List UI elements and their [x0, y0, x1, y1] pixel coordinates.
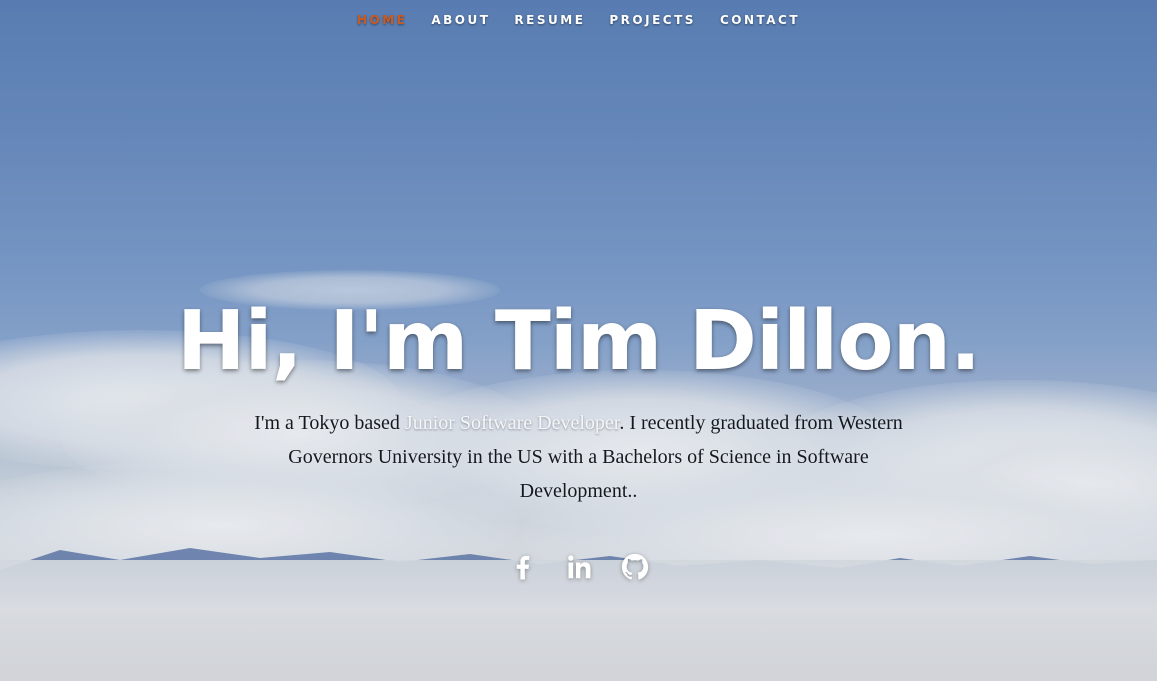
nav-about[interactable]: ABOUT: [419, 0, 502, 40]
nav-home[interactable]: HOME: [345, 0, 419, 40]
hero-headline: Hi, I'm Tim Dillon.: [176, 294, 981, 389]
github-icon: [621, 553, 648, 580]
social-links: [0, 550, 1157, 584]
nav-contact[interactable]: CONTACT: [708, 0, 812, 40]
github-link[interactable]: [618, 550, 652, 584]
nav-projects[interactable]: PROJECTS: [597, 0, 708, 40]
hero-intro: I'm a Tokyo based Junior Software Develo…: [239, 406, 919, 508]
intro-text-before: I'm a Tokyo based: [254, 412, 405, 434]
nav-resume[interactable]: RESUME: [502, 0, 597, 40]
linkedin-link[interactable]: [562, 550, 596, 584]
linkedin-icon: [567, 555, 590, 579]
hero-banner: Hi, I'm Tim Dillon. I'm a Tokyo based Ju…: [0, 290, 1157, 584]
facebook-icon: [516, 555, 529, 580]
intro-highlight: Junior Software Developer: [404, 412, 620, 434]
main-nav: HOME ABOUT RESUME PROJECTS CONTACT: [0, 0, 1157, 40]
facebook-link[interactable]: [506, 550, 540, 584]
